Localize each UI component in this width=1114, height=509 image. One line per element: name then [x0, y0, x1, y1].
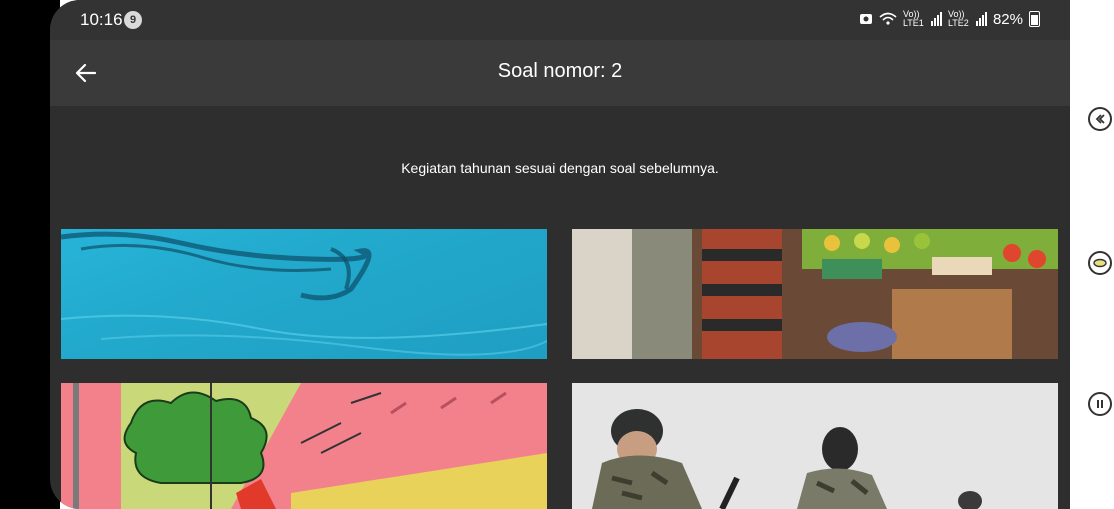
status-icons: Vo)) LTE1 Vo)) LTE2 82%: [859, 10, 1040, 28]
pause-icon: [1097, 400, 1103, 408]
wifi-icon: [879, 12, 897, 25]
signal-1-icon: [930, 12, 942, 26]
lte1-label: Vo)) LTE1: [902, 9, 924, 28]
status-time: 10:16: [80, 10, 123, 29]
option-image-1[interactable]: [61, 229, 547, 359]
battery-icon: [1029, 11, 1040, 27]
question-text: Kegiatan tahunan sesuai dengan soal sebe…: [401, 160, 719, 176]
pause-button[interactable]: [1088, 392, 1112, 416]
market-image: [572, 229, 1058, 359]
option-image-4[interactable]: [572, 383, 1058, 509]
soldiers-image: [572, 383, 1058, 509]
signal-2-icon: [975, 12, 987, 26]
phone-screen: 10:16 9 Vo)) LTE1 Vo)) LTE2 82% Soal nom…: [50, 0, 1070, 509]
screenshot-icon: [859, 14, 872, 24]
oval-icon: [1093, 258, 1107, 268]
water-image: [61, 231, 547, 356]
option-image-3[interactable]: [61, 383, 547, 509]
app-bar: Soal nomor: 2: [50, 40, 1070, 106]
notification-badge: 9: [124, 11, 142, 29]
roof-illustration-image: [61, 383, 547, 509]
page-title: Soal nomor: 2: [497, 60, 623, 82]
oval-button[interactable]: [1088, 251, 1112, 275]
status-bar: 10:16 9 Vo)) LTE1 Vo)) LTE2 82%: [50, 0, 1070, 40]
option-image-2[interactable]: [572, 229, 1058, 359]
collapse-button[interactable]: [1088, 107, 1112, 131]
back-chevron-icon: [1095, 114, 1105, 124]
battery-percent: 82%: [992, 10, 1023, 28]
lte2-label: Vo)) LTE2: [947, 9, 969, 28]
